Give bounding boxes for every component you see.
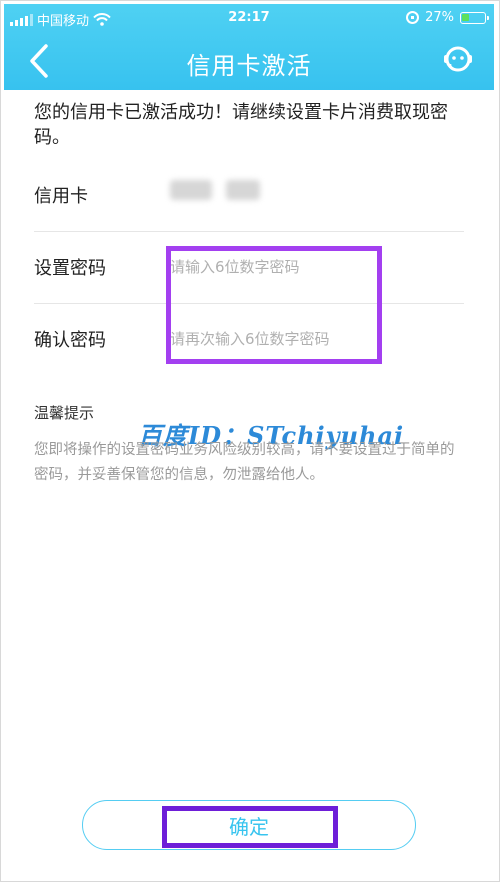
confirm-password-label: 确认密码 — [34, 330, 106, 351]
confirm-button[interactable]: 确定 — [82, 800, 416, 850]
masked-card-number — [170, 180, 260, 200]
set-password-input[interactable] — [170, 254, 370, 280]
set-password-row: 设置密码 — [34, 232, 464, 304]
tips-title: 温馨提示 — [34, 404, 95, 422]
card-row: 信用卡 — [34, 160, 464, 232]
confirm-password-row: 确认密码 — [34, 304, 464, 376]
confirm-password-input[interactable] — [170, 326, 370, 352]
page-title: 信用卡激活 — [186, 52, 312, 80]
battery-level — [462, 13, 469, 21]
nav-bar: 信用卡激活 — [4, 32, 494, 90]
set-password-label: 设置密码 — [34, 258, 106, 279]
card-label: 信用卡 — [34, 186, 88, 207]
battery-percent: 27% — [425, 10, 454, 25]
status-bar: 中国移动 22:17 27% — [4, 4, 494, 32]
activation-success-message: 您的信用卡已激活成功！请继续设置卡片消费取现密码。 — [34, 102, 448, 148]
orientation-lock-icon — [406, 11, 420, 24]
tips-body: 您即将操作的设置密码业务风险级别较高，请不要设置过于简单的密码，并妥善保管您的信… — [34, 442, 455, 483]
app-header: 中国移动 22:17 27% 信用卡激活 — [4, 4, 494, 90]
battery-icon — [460, 11, 489, 24]
customer-service-icon[interactable] — [440, 42, 476, 78]
main-content: 您的信用卡已激活成功！请继续设置卡片消费取现密码。 信用卡 设置密码 确认密码 … — [4, 90, 494, 878]
status-right: 27% — [406, 10, 489, 25]
